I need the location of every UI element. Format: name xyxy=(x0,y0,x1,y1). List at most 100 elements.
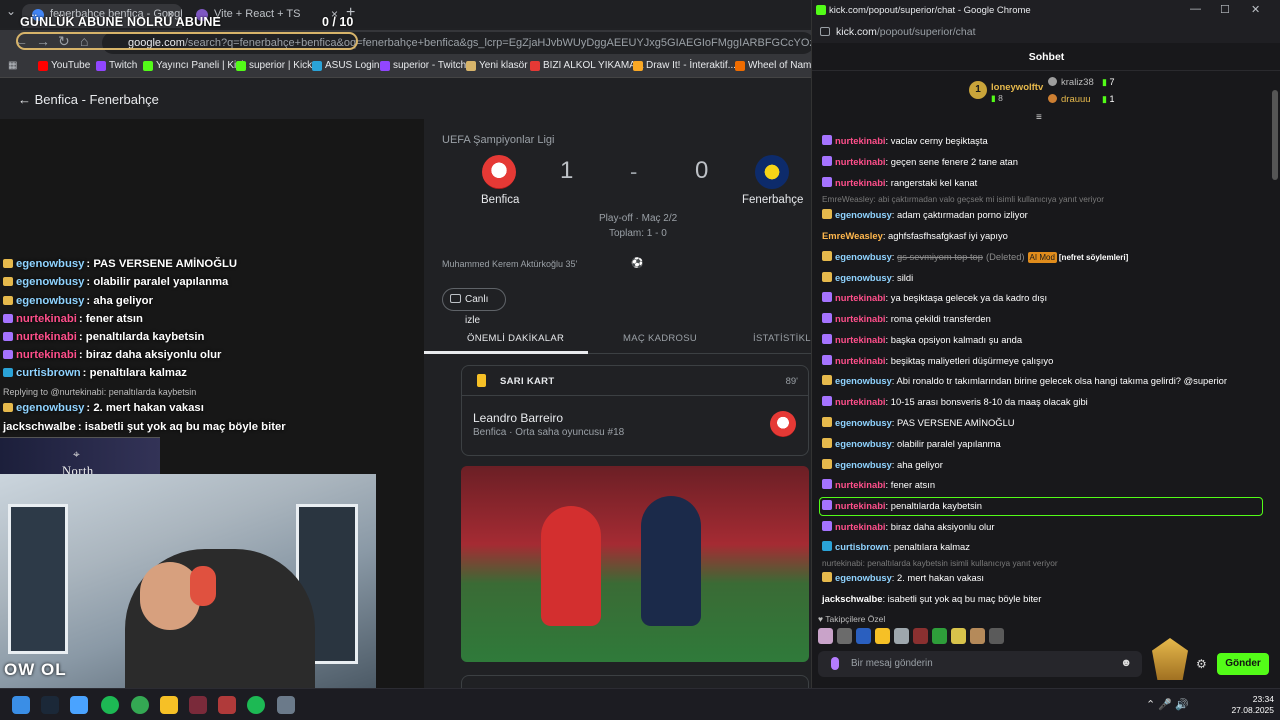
system-tray[interactable]: ⌃ 🎤 🔊 xyxy=(1146,698,1189,711)
chat-message[interactable]: nurtekinabi: penaltılarda kaybetsin xyxy=(822,497,982,515)
site-info-icon[interactable] xyxy=(820,27,830,36)
leader-name[interactable]: loneywolftv xyxy=(991,82,1043,93)
settings-icon[interactable] xyxy=(277,696,295,714)
chat-username[interactable]: nurtekinabi xyxy=(835,135,886,146)
chat-username[interactable]: egenowbusy xyxy=(835,272,892,283)
chat-message[interactable]: egenowbusy: olabilir paralel yapılanma xyxy=(3,276,228,288)
chat-message[interactable]: jackschwalbe: isabetli şut yok aq bu maç… xyxy=(3,421,286,433)
clock[interactable]: 23:34 27.08.2025 xyxy=(1224,694,1274,716)
chat-username[interactable]: egenowbusy xyxy=(835,438,892,449)
send-button[interactable]: Gönder xyxy=(1217,653,1269,675)
chat-username[interactable]: jackschwalbe xyxy=(822,593,882,604)
chat-message[interactable]: nurtekinabi: fener atsın xyxy=(822,476,935,494)
chat-message[interactable]: nurtekinabi: 10-15 arası bonsveris 8-10 … xyxy=(822,393,1088,411)
chat-username[interactable]: nurtekinabi xyxy=(835,156,886,167)
chat-username[interactable]: egenowbusy xyxy=(835,209,892,220)
emote-icon[interactable] xyxy=(932,628,947,644)
gear-icon[interactable]: ⚙ xyxy=(1196,657,1207,671)
chat-input[interactable]: Bir mesaj gönderin ☻ xyxy=(818,651,1142,677)
tab-key-moments[interactable]: ÖNEMLİ DAKİKALAR xyxy=(467,333,564,344)
emote-icon[interactable] xyxy=(856,628,871,644)
chat-username[interactable]: nurtekinabi xyxy=(16,313,77,325)
bookmark-twitch[interactable]: Twitch xyxy=(96,60,137,71)
chat-message[interactable]: egenowbusy: adam çaktırmadan porno izliy… xyxy=(822,206,1028,224)
chat-username[interactable]: curtisbrown xyxy=(16,367,81,379)
chat-message[interactable]: nurtekinabi: rangerstaki kel kanat xyxy=(822,174,977,192)
emote-icon[interactable] xyxy=(913,628,928,644)
chat-message[interactable]: EmreWeasley: aghfsfasfhsafgkasf iyi yapı… xyxy=(822,227,1008,245)
chat-username[interactable]: nurtekinabi xyxy=(835,479,886,490)
chat-message[interactable]: egenowbusy: olabilir paralel yapılanma xyxy=(822,435,1001,453)
bookmark-wheel[interactable]: Wheel of Names xyxy=(735,60,822,71)
emote-icon[interactable] xyxy=(894,628,909,644)
chat-message[interactable]: nurtekinabi: başka opsiyon kalmadı şu an… xyxy=(822,331,1022,349)
apps-icon[interactable]: ▦ xyxy=(8,60,17,71)
bookmark-kick-panel[interactable]: Yayıncı Paneli | Kick xyxy=(143,60,246,71)
bookmark-draw-it[interactable]: Draw It! - İnteraktif... xyxy=(633,60,736,71)
chat-scrollbar[interactable] xyxy=(1272,90,1278,180)
chat-username[interactable]: egenowbusy xyxy=(835,459,892,470)
emote-icon[interactable] xyxy=(951,628,966,644)
chat-message[interactable]: nurtekinabi: vaclav cerny beşiktaşta xyxy=(822,132,988,150)
chat-username[interactable]: egenowbusy xyxy=(16,295,84,307)
back-link[interactable]: ← Benfica - Fenerbahçe xyxy=(18,92,159,107)
emote-icon[interactable] xyxy=(989,628,1004,644)
bookmark-superior-kick[interactable]: superior | Kick xyxy=(236,60,312,71)
chat-message[interactable]: nurtekinabi: penaltılarda kaybetsin xyxy=(3,331,204,343)
app-icon[interactable] xyxy=(189,696,207,714)
spotify-icon[interactable] xyxy=(247,696,265,714)
bookmark-folder[interactable]: Yeni klasör xyxy=(466,60,528,71)
chat-message[interactable]: nurtekinabi: biraz daha aksiyonlu olur xyxy=(3,349,221,361)
chat-username[interactable]: EmreWeasley xyxy=(822,230,883,241)
bookmark-youtube[interactable]: YouTube xyxy=(38,60,90,71)
emote-icon[interactable] xyxy=(875,628,890,644)
chat-username[interactable]: nurtekinabi xyxy=(835,292,886,303)
chat-message[interactable]: nurtekinabi: roma çekildi transferden xyxy=(822,310,991,328)
bookmark-bizi[interactable]: BIZI ALKOL YIKAMA... xyxy=(530,60,644,71)
emote-icon[interactable] xyxy=(837,628,852,644)
steam-icon[interactable] xyxy=(41,696,59,714)
chat-username[interactable]: egenowbusy xyxy=(16,402,84,414)
chat-message[interactable]: curtisbrown: penaltılara kalmaz xyxy=(822,538,970,556)
match-photo[interactable] xyxy=(461,466,809,662)
chat-message[interactable]: nurtekinabi: fener atsın xyxy=(3,313,143,325)
subscriber-badge-icon[interactable] xyxy=(1152,638,1188,680)
chat-username[interactable]: egenowbusy xyxy=(835,572,892,583)
app-icon[interactable] xyxy=(218,696,236,714)
minimize-button[interactable]: — xyxy=(1190,3,1201,15)
chat-username[interactable]: nurtekinabi xyxy=(16,349,77,361)
close-window-button[interactable]: ✕ xyxy=(1251,3,1260,16)
emote-icon[interactable] xyxy=(970,628,985,644)
chat-username[interactable]: nurtekinabi xyxy=(835,500,886,511)
chat-username[interactable]: nurtekinabi xyxy=(835,521,886,532)
chat-username[interactable]: curtisbrown xyxy=(835,541,889,552)
chat-message[interactable]: egenowbusy: aha geliyor xyxy=(3,295,153,307)
chat-username[interactable]: egenowbusy xyxy=(16,258,84,270)
chat-message[interactable]: nurtekinabi: ya beşiktaşa gelecek ya da … xyxy=(822,289,1047,307)
chat-username[interactable]: egenowbusy xyxy=(835,251,892,262)
chat-message[interactable]: egenowbusy: aha geliyor xyxy=(822,456,943,474)
emoji-icon[interactable]: ☻ xyxy=(1120,657,1132,669)
chat-url[interactable]: kick.com/popout/superior/chat xyxy=(836,26,976,38)
start-icon[interactable] xyxy=(12,696,30,714)
chat-username[interactable]: egenowbusy xyxy=(16,276,84,288)
leader-name[interactable]: drauuu xyxy=(1061,94,1091,105)
tab-search-button[interactable]: ⌄ xyxy=(6,4,16,18)
chat-username[interactable]: nurtekinabi xyxy=(835,355,886,366)
bookmark-superior-twitch[interactable]: superior - Twitch xyxy=(380,60,466,71)
tab-lineups[interactable]: MAÇ KADROSU xyxy=(623,333,697,344)
leader-name[interactable]: kraliz38 xyxy=(1061,77,1094,88)
chat-username[interactable]: nurtekinabi xyxy=(835,313,886,324)
chat-username[interactable]: jackschwalbe xyxy=(3,421,76,433)
chat-message[interactable]: jackschwalbe: isabetli şut yok aq bu maç… xyxy=(822,590,1041,608)
away-team-name[interactable]: Fenerbahçe xyxy=(742,194,803,206)
chat-username[interactable]: egenowbusy xyxy=(835,417,892,428)
app-icon[interactable] xyxy=(70,696,88,714)
microphone-icon[interactable] xyxy=(831,657,839,670)
chat-username[interactable]: nurtekinabi xyxy=(835,396,886,407)
chat-message[interactable]: curtisbrown: penaltılara kalmaz xyxy=(3,367,187,379)
home-team-name[interactable]: Benfica xyxy=(481,194,519,206)
chat-message[interactable]: nurtekinabi: beşiktaş maliyetleri düşürm… xyxy=(822,352,1053,370)
chat-message[interactable]: egenowbusy: PAS VERSENE AMİNOĞLU xyxy=(3,258,237,270)
bookmark-asus[interactable]: ASUS Login xyxy=(312,60,379,71)
